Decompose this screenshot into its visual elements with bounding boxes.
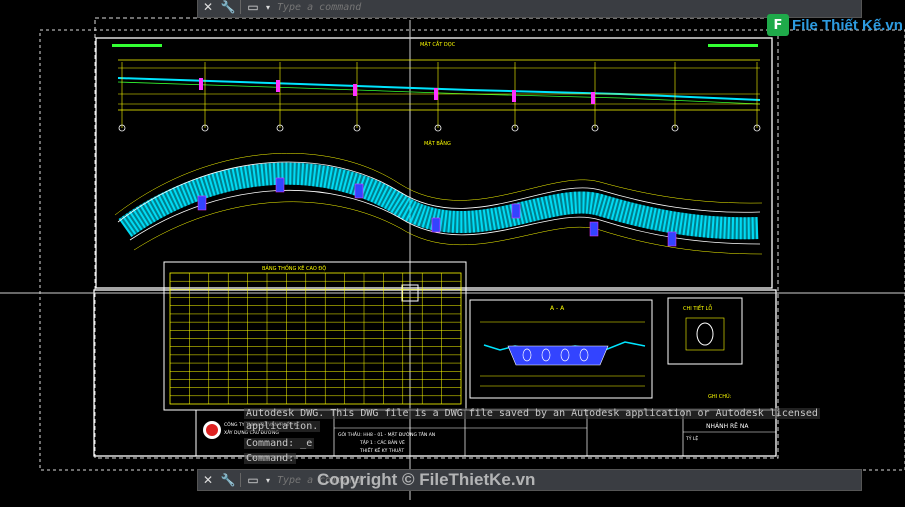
notes-title: GHI CHÚ: <box>708 393 732 400</box>
upper-sheet-frame <box>95 37 773 289</box>
wrench-icon[interactable]: 🔧 <box>218 470 238 490</box>
svg-text:BẢNG THỐNG KÊ CAO ĐỘ: BẢNG THỐNG KÊ CAO ĐỘ <box>262 264 326 272</box>
chevron-down-icon[interactable]: ▾ <box>263 0 273 17</box>
svg-text:TỶ LỆ: TỶ LỆ <box>685 434 698 442</box>
copyright-watermark: Copyright © FileThietKe.vn <box>317 470 536 489</box>
road-plan <box>114 153 763 255</box>
wrench-icon[interactable]: 🔧 <box>218 0 238 17</box>
command-prompt-icon[interactable]: ▭ <box>243 470 263 490</box>
command-history-line: Autodesk DWG. This DWG file is a DWG fil… <box>244 408 820 419</box>
plan-title: MẶT BẰNG <box>424 139 451 147</box>
svg-text:GÓI THẦU: HH8 - 01 - MẶT ĐƯỜNG: GÓI THẦU: HH8 - 01 - MẶT ĐƯỜNG TÂN AN <box>338 430 435 438</box>
divider <box>240 473 241 487</box>
command-history-line: Command: _e <box>244 438 315 449</box>
longitudinal-profile <box>112 44 761 132</box>
command-history-line: application. <box>244 421 321 432</box>
command-bar-top[interactable]: ✕ 🔧 ▭ ▾ <box>197 0 862 18</box>
logo-text: File Thiết Kế.vn <box>792 16 903 34</box>
command-prompt-icon[interactable]: ▭ <box>243 0 263 17</box>
divider <box>240 0 241 14</box>
svg-text:THIẾT KẾ KỸ THUẬT: THIẾT KẾ KỸ THUẬT <box>359 446 404 454</box>
cad-drawing-canvas[interactable]: MẶT CẮT DỌC MẶT BẰNG BẢNG THỐNG KÊ CAO Đ… <box>0 0 905 507</box>
close-icon[interactable]: ✕ <box>198 470 218 490</box>
hole-detail: CHI TIẾT LỖ <box>667 297 743 365</box>
site-logo: F File Thiết Kế.vn <box>767 14 903 36</box>
profile-title: MẶT CẮT DỌC <box>420 40 456 48</box>
svg-text:TẬP 1 : CÁC BẢN VẼ: TẬP 1 : CÁC BẢN VẼ <box>359 438 405 446</box>
elevation-table: BẢNG THỐNG KÊ CAO ĐỘ <box>163 261 467 411</box>
cross-section-aa: A - A <box>469 299 653 399</box>
chevron-down-icon[interactable]: ▾ <box>263 470 273 490</box>
svg-text:A - A: A - A <box>550 305 565 312</box>
close-icon[interactable]: ✕ <box>198 0 218 17</box>
logo-badge: F <box>767 14 789 36</box>
svg-text:NHÁNH RẼ NA: NHÁNH RẼ NA <box>706 423 749 430</box>
command-history-line: Command: <box>244 453 297 464</box>
svg-text:CHI TIẾT LỖ: CHI TIẾT LỖ <box>683 304 712 312</box>
